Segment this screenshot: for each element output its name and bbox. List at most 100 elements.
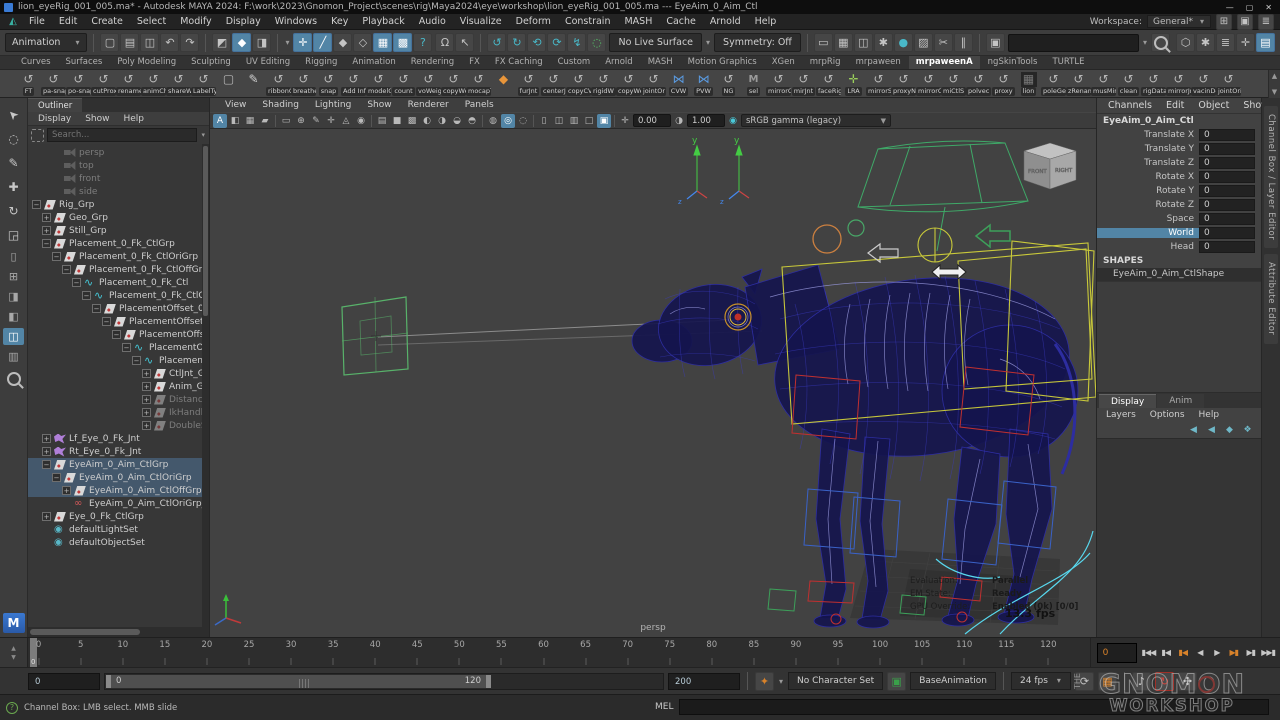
go-to-start-button[interactable]: ▮◀◀ xyxy=(1141,644,1157,662)
create-empty-layer-icon[interactable]: ❖ xyxy=(1240,424,1255,437)
animation-history-icon[interactable]: ↻ xyxy=(507,33,526,52)
channel-row[interactable]: Rotate X0 xyxy=(1097,170,1261,184)
outliner-node[interactable]: −PlacementOff xyxy=(28,354,209,367)
menu-audio[interactable]: Audio xyxy=(412,14,453,30)
menu-constrain[interactable]: Constrain xyxy=(558,14,618,30)
shelf-item-animch[interactable]: ↺animCh xyxy=(141,72,166,96)
shelf-item-facerig[interactable]: ↺faceRig xyxy=(816,72,841,96)
wireframe-mode-icon[interactable]: ▤ xyxy=(375,114,389,128)
toggle-layer-visibility-icon[interactable]: ◀ xyxy=(1186,424,1201,437)
bookmark-icon[interactable]: ▰ xyxy=(258,114,272,128)
shelf-item-mirrorjr[interactable]: ↺mirrorJr xyxy=(1166,72,1191,96)
shelf-item-pa-snap[interactable]: ↺pa-snap xyxy=(41,72,66,96)
outliner-node[interactable]: −Placement_0_Fk_CtlOriGrp xyxy=(28,250,209,263)
anim-layer-selector[interactable]: BaseAnimation xyxy=(910,672,996,690)
step-back-frame-button[interactable]: ▮◀ xyxy=(1158,644,1173,662)
shelf-tab-fx[interactable]: FX xyxy=(462,56,487,69)
light-editor-icon[interactable]: ● xyxy=(894,33,913,52)
channel-row[interactable]: Translate X0 xyxy=(1097,128,1261,142)
shape-node-row[interactable]: EyeAim_0_Aim_CtlShape xyxy=(1097,268,1261,281)
expand-toggle[interactable]: − xyxy=(122,343,131,352)
channel-box-menu-edit[interactable]: Edit xyxy=(1159,98,1191,113)
shelf-item-copywe[interactable]: ↺copyWe xyxy=(616,72,641,96)
step-forward-key-button[interactable]: ▶▮ xyxy=(1226,644,1241,662)
channel-value-field[interactable]: 0 xyxy=(1199,213,1255,225)
outliner-node[interactable]: +Eye_0_Fk_CtlGrp xyxy=(28,510,209,523)
shelf-tab-mrpaweena[interactable]: mrpaweenA xyxy=(909,56,980,69)
undo-icon[interactable]: ↶ xyxy=(160,33,179,52)
channel-row[interactable]: Translate Y0 xyxy=(1097,142,1261,156)
channel-value-field[interactable]: 0 xyxy=(1199,241,1255,253)
channel-box-menu-channels[interactable]: Channels xyxy=(1101,98,1159,113)
shelf-item-rigidw[interactable]: ↺rigidW xyxy=(591,72,616,96)
pause-viewport-icon[interactable]: ∥ xyxy=(954,33,973,52)
save-scene-icon[interactable]: ◫ xyxy=(140,33,159,52)
modeling-toolkit-icon[interactable]: ⬡ xyxy=(1176,33,1195,52)
channel-row[interactable]: Head0 xyxy=(1097,240,1261,254)
shelf-item-lion[interactable]: ▦lion xyxy=(1016,72,1041,96)
animation-end-field[interactable]: 200 xyxy=(668,673,740,690)
channel-value-field[interactable]: 0 xyxy=(1199,171,1255,183)
outliner-node[interactable]: defaultLightSet xyxy=(28,523,209,536)
expand-toggle[interactable]: − xyxy=(92,304,101,313)
expand-toggle[interactable]: + xyxy=(42,213,51,222)
shelf-item-icon[interactable]: ◆ xyxy=(491,72,516,96)
menu-help[interactable]: Help xyxy=(748,14,784,30)
surface-history-icon[interactable]: ⟲ xyxy=(527,33,546,52)
channel-row[interactable]: Space0 xyxy=(1097,212,1261,226)
2d-pan-zoom-icon[interactable]: ⊕ xyxy=(294,114,308,128)
motion-blur-icon[interactable]: ◓ xyxy=(465,114,479,128)
outliner-node[interactable]: +Lf_Eye_0_Fk_Jnt xyxy=(28,432,209,445)
shelf-item-polege[interactable]: ↺poleGe xyxy=(1041,72,1066,96)
evaluation-toolkit-icon[interactable]: ▦ xyxy=(1098,672,1117,691)
workspace-pin-icon[interactable]: ⊞ xyxy=(1216,14,1232,30)
menu-modify[interactable]: Modify xyxy=(173,14,218,30)
playback-range[interactable]: 0 120 xyxy=(106,675,491,688)
expand-toggle[interactable]: − xyxy=(102,317,111,326)
shelf-item-zrenam[interactable]: ↺zRenam xyxy=(1066,72,1091,96)
workspace-reset-icon[interactable]: ▣ xyxy=(1237,14,1253,30)
shelf-item-rename[interactable]: ↺rename xyxy=(116,72,141,96)
shelf-item-snap[interactable]: ↺snap xyxy=(316,72,341,96)
outliner-menu-help[interactable]: Help xyxy=(117,112,150,125)
shadows-icon[interactable]: ◑ xyxy=(435,114,449,128)
layout-single-pane-icon[interactable]: ▯ xyxy=(3,248,24,265)
render-current-frame-icon[interactable]: ▦ xyxy=(834,33,853,52)
redo-icon[interactable]: ↷ xyxy=(180,33,199,52)
play-forwards-button[interactable]: ▶ xyxy=(1209,644,1224,662)
lock-camera-icon[interactable]: ◧ xyxy=(228,114,242,128)
sidebar-tab-channel-box-layer-editor[interactable]: Channel Box / Layer Editor xyxy=(1264,106,1278,248)
workspace-selector[interactable]: General* ▾ xyxy=(1147,15,1211,28)
expand-toggle[interactable]: − xyxy=(42,460,51,469)
move-tool-icon[interactable]: ✚ xyxy=(3,176,24,197)
layer-list[interactable] xyxy=(1097,438,1261,637)
shelf-item-rigdata[interactable]: ↺rigData xyxy=(1141,72,1166,96)
shelf-item-musmir[interactable]: ↺musMir xyxy=(1091,72,1116,96)
outliner-node[interactable]: −EyeAim_0_Aim_CtlOriGrp xyxy=(28,471,209,484)
shelf-item-furjnt[interactable]: ↺furJnt xyxy=(516,72,541,96)
outliner-node[interactable]: −Placement_0_Fk_Ctl xyxy=(28,276,209,289)
shelf-tab-mrprig[interactable]: mrpRig xyxy=(803,56,848,69)
xray-joints-icon[interactable]: ◎ xyxy=(501,114,515,128)
expand-toggle[interactable]: − xyxy=(42,239,51,248)
humanik-icon[interactable]: ✱ xyxy=(1196,33,1215,52)
shelf-item-ng[interactable]: ↺NG xyxy=(716,72,741,96)
shelf-tab-custom[interactable]: Custom xyxy=(551,56,598,69)
shelf-item-polvec[interactable]: ↺polvec xyxy=(966,72,991,96)
outliner-node[interactable]: −PlacementOffset xyxy=(28,341,209,354)
construction-history-icon[interactable]: ↺ xyxy=(487,33,506,52)
anim-layer-icon[interactable]: ▣ xyxy=(887,672,906,691)
minimize-button[interactable]: — xyxy=(1226,3,1234,12)
menu-edit[interactable]: Edit xyxy=(52,14,84,30)
outliner-node[interactable]: +Still_Grp xyxy=(28,224,209,237)
expand-toggle[interactable]: − xyxy=(82,291,91,300)
current-frame-field[interactable]: 0 xyxy=(1097,643,1137,663)
snap-viewport-icon[interactable]: ✛ xyxy=(324,114,338,128)
shelf-item-count[interactable]: ↺count xyxy=(391,72,416,96)
expand-toggle[interactable]: − xyxy=(52,473,61,482)
joint-size-icon[interactable]: ◬ xyxy=(339,114,353,128)
quick-selection-input[interactable] xyxy=(1008,34,1139,52)
shelf-item-pvw[interactable]: ⋈PVW xyxy=(691,72,716,96)
expand-toggle[interactable]: + xyxy=(62,486,71,495)
channel-value-field[interactable]: 0 xyxy=(1199,157,1255,169)
